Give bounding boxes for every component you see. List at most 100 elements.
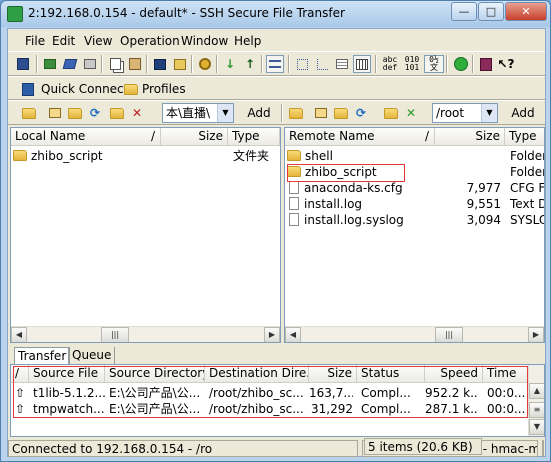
upload-icon[interactable]: ↑ — [241, 55, 259, 73]
toolbar-separator — [216, 55, 218, 73]
menu-edit[interactable]: Edit — [52, 34, 75, 48]
binary-mode-icon[interactable]: 010 101 — [402, 55, 422, 73]
remote-file-type: Text D — [510, 197, 545, 211]
remote-file-row[interactable]: install.log.syslog 3,094 SYSLO — [285, 212, 544, 228]
menu-window[interactable]: Window — [181, 34, 228, 48]
status-items: 5 items (20.6 KB) — [364, 438, 482, 455]
remote-refresh-icon[interactable]: ⟳ — [352, 104, 370, 122]
help-book-icon[interactable] — [477, 55, 495, 73]
tab-transfer[interactable]: Transfer — [14, 347, 71, 365]
disconnect-icon[interactable] — [61, 55, 79, 73]
menu-operation[interactable]: Operation — [120, 34, 180, 48]
remote-file-row[interactable]: shell Folder — [285, 148, 544, 164]
scroll-up-icon[interactable]: ▲ — [529, 383, 544, 399]
quick-connect-label: Quick Connect — [41, 82, 129, 96]
menu-help[interactable]: Help — [234, 34, 261, 48]
ascii-mode-icon[interactable]: abc def — [380, 55, 400, 73]
large-icons-icon[interactable] — [293, 55, 311, 73]
remote-type-header[interactable]: Type — [505, 128, 544, 146]
new-connection-icon[interactable] — [41, 55, 59, 73]
transfer-scroll-thumb[interactable]: ≡ — [529, 402, 544, 418]
remote-file-name: install.log.syslog — [304, 213, 404, 227]
new-terminal-icon[interactable] — [151, 55, 169, 73]
remote-file-name: shell — [305, 149, 333, 163]
scroll-left-icon[interactable]: ◀ — [285, 327, 301, 342]
remote-name-header[interactable]: Remote Name — [285, 128, 435, 146]
local-scroll-thumb[interactable]: ||| — [101, 327, 129, 342]
remote-add-button[interactable]: Add — [506, 103, 540, 123]
profiles-button[interactable]: Profiles — [124, 79, 186, 99]
folder-icon — [287, 150, 301, 161]
remote-file-row[interactable]: anaconda-ks.cfg 7,977 CFG F — [285, 180, 544, 196]
remote-path-combo[interactable]: /root ▼ — [432, 103, 498, 123]
remote-file-pane[interactable]: Remote Name / Size Type shell Folder zhibo… — [284, 127, 545, 343]
local-up-folder-icon[interactable] — [20, 104, 38, 122]
list-view-icon[interactable] — [266, 55, 284, 73]
local-new-folder-icon[interactable] — [66, 104, 84, 122]
chevron-down-icon[interactable]: ▼ — [217, 104, 233, 122]
remote-file-name: install.log — [304, 197, 363, 211]
remote-home-icon[interactable] — [312, 104, 330, 122]
transfer-vertical-scrollbar[interactable]: ▲ ≡ ▼ — [528, 365, 544, 436]
context-help-icon[interactable]: ↖? — [497, 55, 515, 73]
toolbar-separator — [281, 104, 283, 122]
local-home-icon[interactable] — [46, 104, 64, 122]
paste-icon[interactable] — [126, 55, 144, 73]
tree-view-icon[interactable] — [313, 55, 331, 73]
remote-horizontal-scrollbar[interactable]: ◀ ▶ ||| — [285, 326, 544, 342]
auto-mode-icon[interactable]: 0½ 文 — [424, 55, 444, 73]
local-add-button[interactable]: Add — [242, 103, 276, 123]
local-size-header[interactable]: Size — [161, 128, 228, 146]
scroll-down-icon[interactable]: ▼ — [529, 419, 544, 435]
scroll-right-icon[interactable]: ▶ — [528, 327, 544, 342]
new-file-transfer-icon[interactable] — [171, 55, 189, 73]
remote-file-row[interactable]: install.log 9,551 Text D — [285, 196, 544, 212]
remote-up-folder-icon[interactable] — [287, 104, 305, 122]
app-icon — [7, 6, 23, 22]
remote-new-file-icon[interactable] — [382, 104, 400, 122]
folder-icon — [13, 150, 27, 161]
local-new-file-icon[interactable] — [108, 104, 126, 122]
local-path-text: 本\直播\ — [166, 106, 211, 120]
copy-icon[interactable] — [106, 55, 124, 73]
local-name-header[interactable]: Local Name — [11, 128, 161, 146]
local-file-row[interactable]: zhibo_script 文件夹 — [11, 148, 280, 164]
remote-scroll-thumb[interactable]: ||| — [435, 327, 463, 342]
local-horizontal-scrollbar[interactable]: ◀ ▶ ||| — [11, 326, 280, 342]
local-delete-icon[interactable]: ✕ — [128, 104, 146, 122]
navigation-bar: ⟳ ✕ 本\直播\ ▼ Add ⟳ ✕ /root ▼ Add — [8, 100, 545, 125]
maximize-button[interactable]: □ — [478, 2, 504, 21]
remote-delete-icon[interactable]: ✕ — [402, 104, 420, 122]
remote-file-size: 7,977 — [466, 181, 501, 195]
quick-connect-bar: Quick Connect Profiles — [8, 76, 545, 100]
transfer-list-pane[interactable]: / Source File Source Directory Destinati… — [10, 364, 545, 437]
local-file-pane[interactable]: Local Name / Size Type zhibo_script 文件夹 … — [10, 127, 281, 343]
remote-file-type: CFG F — [510, 181, 545, 195]
title-bar[interactable]: 2:192.168.0.154 - default* - SSH Secure … — [1, 1, 550, 27]
quick-connect-button[interactable]: Quick Connect — [22, 79, 128, 99]
chevron-down-icon[interactable]: ▼ — [481, 104, 497, 122]
details-view-icon[interactable] — [353, 55, 371, 73]
scroll-left-icon[interactable]: ◀ — [11, 327, 27, 342]
status-connection: Connected to 192.168.0.154 - /ro — [8, 440, 358, 457]
scroll-right-icon[interactable]: ▶ — [264, 327, 280, 342]
remote-file-size: 3,094 — [466, 213, 501, 227]
settings-icon[interactable] — [196, 55, 214, 73]
local-type-header[interactable]: Type — [228, 128, 280, 146]
remote-file-name: anaconda-ks.cfg — [304, 181, 403, 195]
print-icon[interactable] — [81, 55, 99, 73]
remote-size-header[interactable]: Size — [435, 128, 505, 146]
remote-file-size: 9,551 — [466, 197, 501, 211]
remote-new-folder-icon[interactable] — [332, 104, 350, 122]
minimize-button[interactable]: — — [451, 2, 477, 21]
local-path-combo[interactable]: 本\直播\ ▼ — [162, 103, 234, 123]
toolbar-separator — [261, 55, 263, 73]
local-refresh-icon[interactable]: ⟳ — [86, 104, 104, 122]
small-icons-icon[interactable] — [333, 55, 351, 73]
save-icon[interactable] — [14, 55, 32, 73]
menu-view[interactable]: View — [84, 34, 112, 48]
download-icon[interactable]: ↓ — [221, 55, 239, 73]
tab-queue[interactable]: Queue — [68, 347, 116, 365]
menu-file[interactable]: File — [25, 34, 45, 48]
close-button[interactable]: ✕ — [505, 2, 547, 21]
